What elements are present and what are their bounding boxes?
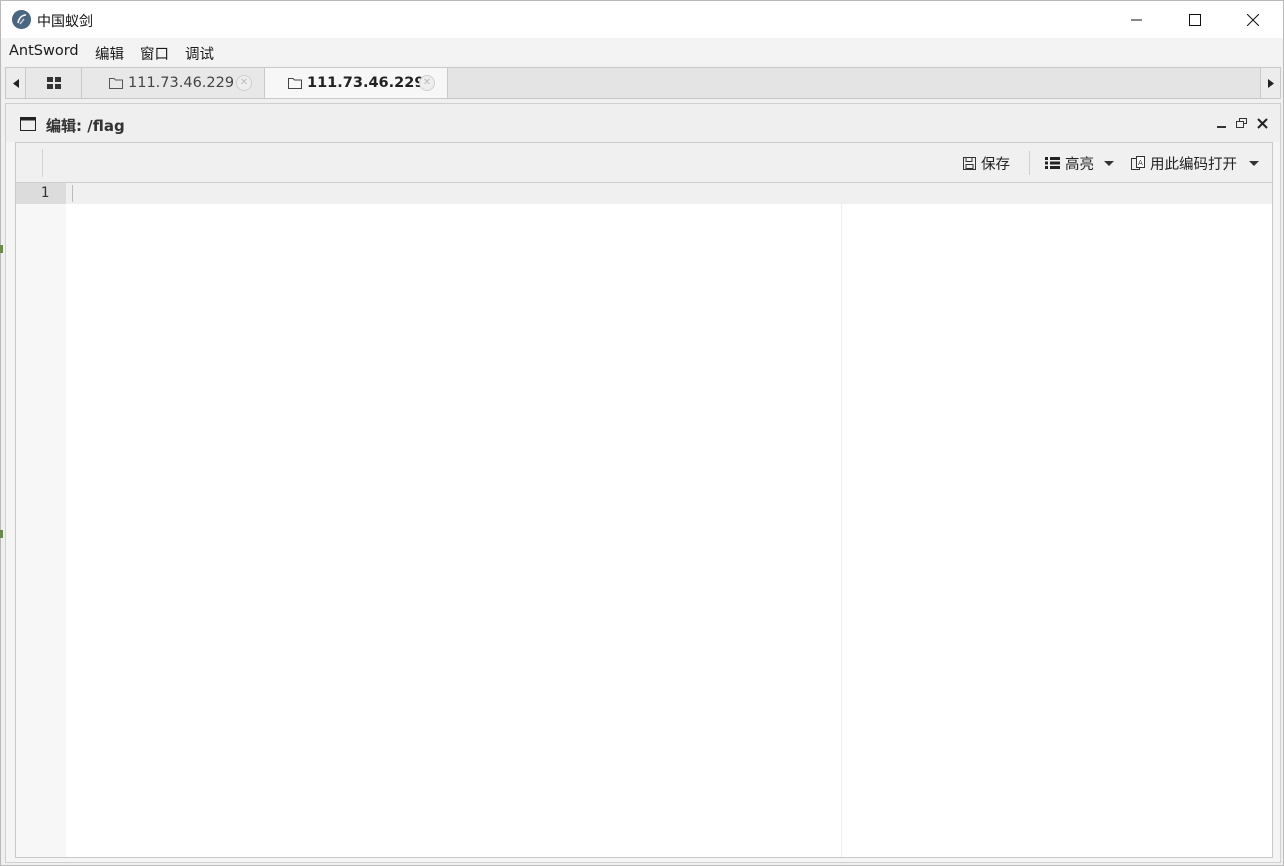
- svg-text:A: A: [1138, 159, 1143, 167]
- tab-shell-1[interactable]: 111.73.46.229 ✕: [82, 68, 265, 98]
- panel-restore-button[interactable]: [1234, 116, 1248, 130]
- open-with-encoding-label: 用此编码打开: [1150, 156, 1237, 173]
- close-icon: [1256, 117, 1268, 129]
- chevron-down-icon: [1249, 160, 1259, 166]
- close-button[interactable]: [1224, 1, 1282, 38]
- menu-window[interactable]: 窗口: [140, 43, 169, 64]
- background-edge: [0, 245, 3, 253]
- save-label: 保存: [981, 156, 1010, 173]
- editor-panel: 编辑: /flag 保存 高亮 A 用此编码打开 1: [5, 103, 1281, 863]
- maximize-icon: [1189, 13, 1201, 26]
- chevron-down-icon: [1104, 160, 1114, 166]
- panel-close-button[interactable]: [1255, 116, 1269, 130]
- encoding-icon: A: [1131, 156, 1145, 170]
- highlight-dropdown-button[interactable]: 高亮: [1045, 143, 1114, 183]
- tab-label: 111.73.46.229: [307, 75, 425, 91]
- line-number: 1: [16, 183, 66, 204]
- toolbar-divider: [42, 149, 43, 177]
- menu-debug[interactable]: 调试: [185, 43, 214, 64]
- editor-text-area[interactable]: [66, 183, 1272, 857]
- tab-home[interactable]: [26, 68, 82, 98]
- grid-icon: [46, 77, 61, 89]
- background-edge: [0, 530, 3, 538]
- toolbar-divider: [1029, 151, 1030, 175]
- panel-minimize-button[interactable]: [1215, 116, 1229, 130]
- editor-gutter: 1: [16, 183, 66, 857]
- close-icon: [1247, 13, 1259, 26]
- window-title: 中国蚁剑: [37, 14, 93, 30]
- panel-title: 编辑: /flag: [46, 117, 125, 135]
- minimize-icon: [1131, 19, 1142, 20]
- save-icon: [963, 156, 976, 170]
- arrow-left-icon: [12, 78, 19, 88]
- folder-icon: [109, 78, 123, 89]
- menu-bar: AntSword 编辑 窗口 调试: [1, 38, 1283, 66]
- minimize-icon: [1217, 126, 1226, 128]
- title-bar[interactable]: 中国蚁剑: [1, 1, 1283, 38]
- menu-antsword[interactable]: AntSword: [9, 43, 79, 59]
- tab-shell-2-active[interactable]: 111.73.46.229 ✕: [265, 68, 448, 98]
- save-button[interactable]: 保存: [963, 143, 1010, 183]
- tab-scroll-left-button[interactable]: [6, 68, 26, 98]
- tab-scroll-right-button[interactable]: [1260, 68, 1280, 98]
- editor-frame: 保存 高亮 A 用此编码打开 1: [15, 142, 1273, 858]
- arrow-right-icon: [1267, 78, 1274, 88]
- minimize-button[interactable]: [1108, 1, 1166, 38]
- folder-icon: [288, 78, 302, 89]
- restore-icon: [1235, 118, 1247, 128]
- tab-label: 111.73.46.229: [128, 75, 235, 91]
- antsword-logo-icon: [12, 10, 31, 29]
- tab-close-icon[interactable]: ✕: [419, 75, 435, 91]
- list-icon: [1045, 157, 1060, 169]
- maximize-button[interactable]: [1166, 1, 1224, 38]
- tab-bar: 111.73.46.229 ✕ 111.73.46.229 ✕: [5, 67, 1281, 99]
- highlight-label: 高亮: [1065, 156, 1094, 173]
- tab-close-icon[interactable]: ✕: [236, 75, 252, 91]
- app-window: 中国蚁剑 AntSword 编辑 窗口 调试 111.73.46.229 ✕ 1…: [0, 0, 1284, 866]
- panel-header: 编辑: /flag: [6, 104, 1280, 142]
- editor-toolbar: 保存 高亮 A 用此编码打开: [16, 143, 1272, 183]
- menu-edit[interactable]: 编辑: [95, 43, 124, 64]
- open-with-encoding-dropdown-button[interactable]: A 用此编码打开: [1131, 143, 1259, 183]
- window-icon: [20, 117, 36, 131]
